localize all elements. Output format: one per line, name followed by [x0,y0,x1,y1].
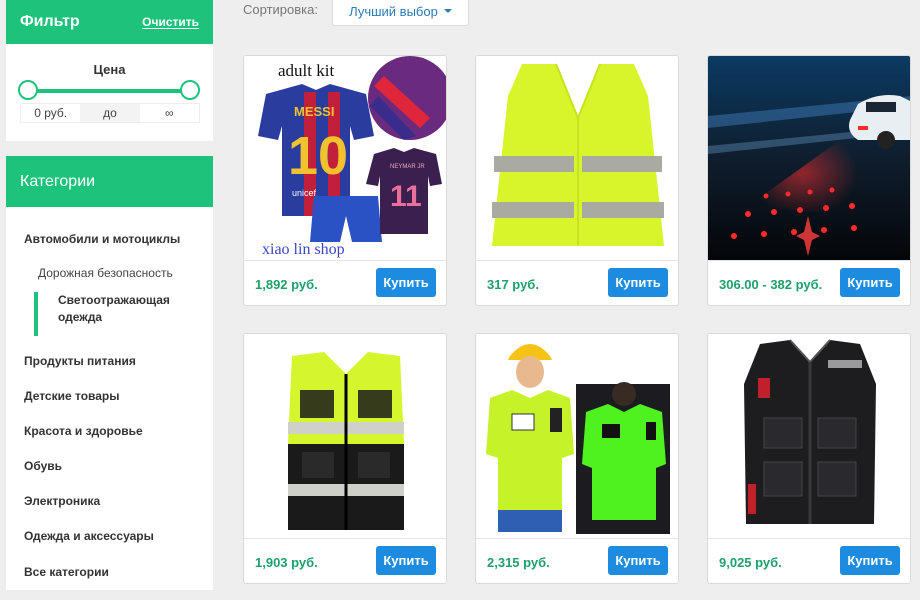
product-image-caption-bottom: xiao lin shop [262,241,345,258]
buy-button[interactable]: Купить [840,268,900,297]
product-image[interactable]: adult kit MESSI 10 unicef NEYMAR JR 11 x… [244,56,446,260]
product-price: 1,903 руб. [255,555,318,570]
clear-filter-link[interactable]: Очистить [142,15,199,29]
price-max-input[interactable]: ∞ [140,106,199,120]
category-electronics[interactable]: Электроника [24,494,100,508]
product-card[interactable]: 2,315 руб. Купить [475,333,679,584]
category-clothing[interactable]: Одежда и аксессуары [24,529,154,543]
price-title: Цена [93,62,126,77]
buy-button[interactable]: Купить [840,546,900,575]
subcategory-road-safety[interactable]: Дорожная безопасность [38,266,173,280]
product-card[interactable]: 317 руб. Купить [475,55,679,306]
jersey-sponsor-text: unicef [292,188,317,198]
subcategory-reflective-clothing[interactable]: Светоотражающая одежда [34,292,194,336]
product-price: 9,025 руб. [719,555,782,570]
product-image-caption-top: adult kit [278,61,334,80]
jersey-number-2-text: 11 [390,180,422,213]
price-slider-track[interactable] [28,89,194,93]
product-price: 306.00 - 382 руб. [719,277,823,292]
price-min-input[interactable]: 0 руб. [21,106,80,120]
buy-button[interactable]: Купить [608,268,668,297]
jersey-name-2-text: NEYMAR JR [390,164,425,170]
product-card[interactable]: 9,025 руб. Купить [707,333,911,584]
price-to-label: до [80,104,140,122]
product-footer: 1,892 руб. Купить [244,260,446,305]
category-beauty[interactable]: Красота и здоровье [24,424,143,438]
product-price: 2,315 руб. [487,555,550,570]
product-card[interactable]: 1,903 руб. Купить [243,333,447,584]
category-auto-moto[interactable]: Автомобили и мотоциклы [24,232,180,246]
filter-panel: Фильтр Очистить Цена 0 руб. до ∞ [6,0,213,141]
sort-dropdown[interactable]: Лучший выбор [332,0,469,26]
product-image[interactable] [476,56,678,260]
categories-panel: Категории Автомобили и мотоциклы Дорожна… [6,156,213,590]
jersey-number-text: 10 [288,126,348,186]
jersey-name-text: MESSI [294,104,334,119]
product-image[interactable] [708,56,910,260]
product-footer: 306.00 - 382 руб. Купить [708,260,910,305]
buy-button[interactable]: Купить [608,546,668,575]
categories-title: Категории [6,156,213,207]
caret-down-icon [443,9,452,13]
product-card[interactable]: 306.00 - 382 руб. Купить [707,55,911,306]
product-card[interactable]: adult kit MESSI 10 unicef NEYMAR JR 11 x… [243,55,447,306]
product-image[interactable] [708,334,910,538]
sort-label: Сортировка: [243,2,318,17]
category-food[interactable]: Продукты питания [24,354,136,368]
price-slider-max-handle[interactable] [180,80,200,100]
filter-header: Фильтр Очистить [6,0,213,44]
sort-value: Лучший выбор [349,3,438,19]
product-footer: 1,903 руб. Купить [244,538,446,583]
category-shoes[interactable]: Обувь [24,459,62,473]
product-footer: 9,025 руб. Купить [708,538,910,583]
product-footer: 2,315 руб. Купить [476,538,678,583]
category-all[interactable]: Все категории [24,565,109,579]
category-kids[interactable]: Детские товары [24,389,120,403]
buy-button[interactable]: Купить [376,268,436,297]
product-footer: 317 руб. Купить [476,260,678,305]
filter-title: Фильтр [20,13,80,30]
product-price: 317 руб. [487,277,539,292]
price-range-inputs: 0 руб. до ∞ [20,103,200,123]
buy-button[interactable]: Купить [376,546,436,575]
product-image[interactable] [244,334,446,538]
product-price: 1,892 руб. [255,277,318,292]
product-image[interactable] [476,334,678,538]
price-slider-min-handle[interactable] [18,80,38,100]
